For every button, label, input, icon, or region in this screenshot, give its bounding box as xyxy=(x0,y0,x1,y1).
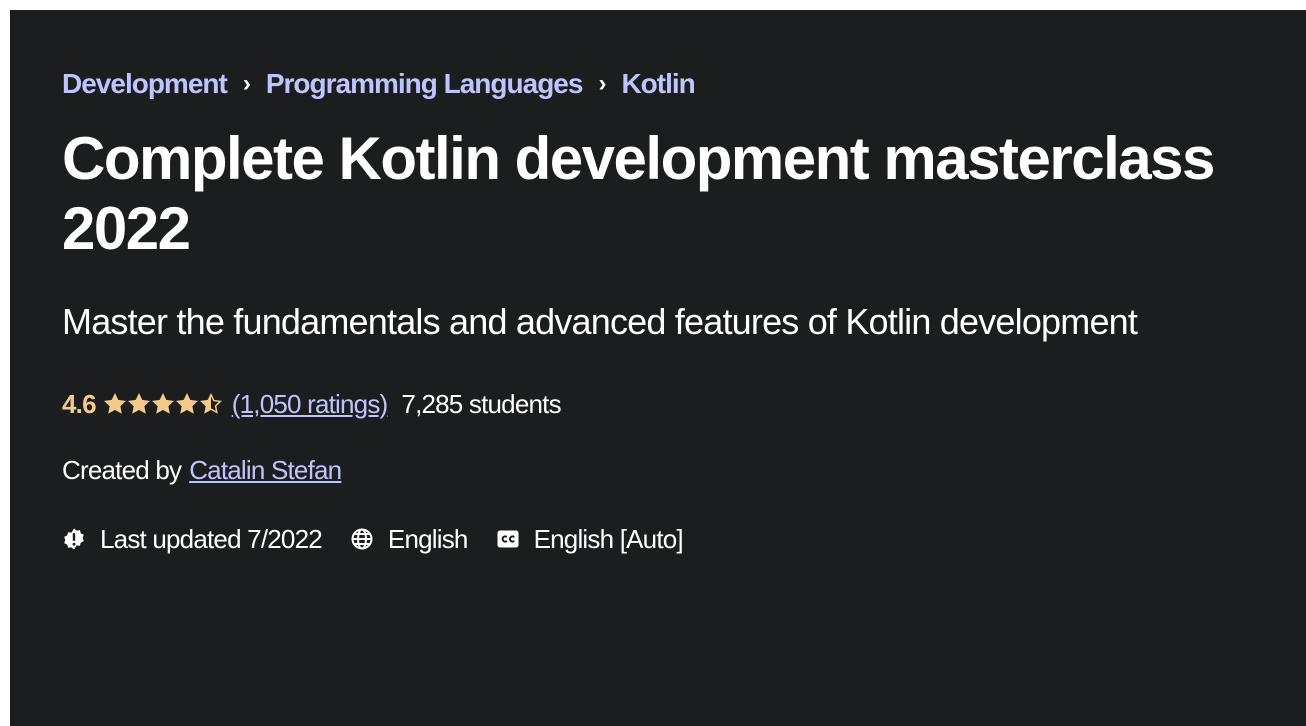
course-subtitle: Master the fundamentals and advanced fea… xyxy=(62,301,1138,342)
course-header: Development › Programming Languages › Ko… xyxy=(10,10,1306,726)
last-updated: Last updated 7/2022 xyxy=(62,523,323,555)
breadcrumb-development[interactable]: Development xyxy=(62,68,228,100)
closed-captions-icon xyxy=(497,530,519,548)
globe-icon xyxy=(351,528,373,550)
alert-badge-icon xyxy=(64,528,84,550)
course-captions: English [Auto] xyxy=(496,523,684,555)
star-full-icon xyxy=(127,393,150,414)
course-meta-row: Last updated 7/2022 English English [Aut… xyxy=(62,520,1262,558)
created-by-label: Created by xyxy=(62,454,182,485)
students-count: 7,285 students xyxy=(401,388,561,419)
language-text: English xyxy=(387,523,468,554)
breadcrumb: Development › Programming Languages › Ko… xyxy=(62,60,1262,108)
ratings-count-link[interactable]: (1,050 ratings) xyxy=(232,389,388,420)
rating-row: 4.6 (1,050 ratings) 7,285 students xyxy=(62,386,1262,422)
instructor-link[interactable]: Catalin Stefan xyxy=(189,455,342,486)
chevron-right-icon: › xyxy=(242,70,251,97)
last-updated-text: Last updated 7/2022 xyxy=(100,523,323,554)
page-title: Complete Kotlin development masterclass … xyxy=(62,125,1215,262)
star-rating xyxy=(103,393,224,415)
created-by-row: Created by Catalin Stefan xyxy=(62,452,1262,488)
star-half-icon xyxy=(199,393,222,414)
chevron-right-icon: › xyxy=(598,70,606,97)
rating-value: 4.6 xyxy=(62,388,97,419)
star-full-icon xyxy=(175,393,198,414)
breadcrumb-programming-languages[interactable]: Programming Languages xyxy=(266,68,584,100)
star-full-icon xyxy=(103,393,126,414)
star-full-icon xyxy=(151,393,174,414)
captions-text: English [Auto] xyxy=(533,523,684,554)
breadcrumb-kotlin[interactable]: Kotlin xyxy=(621,68,695,100)
course-header-content: Development › Programming Languages › Ko… xyxy=(62,60,1262,558)
course-language: English xyxy=(350,524,468,555)
